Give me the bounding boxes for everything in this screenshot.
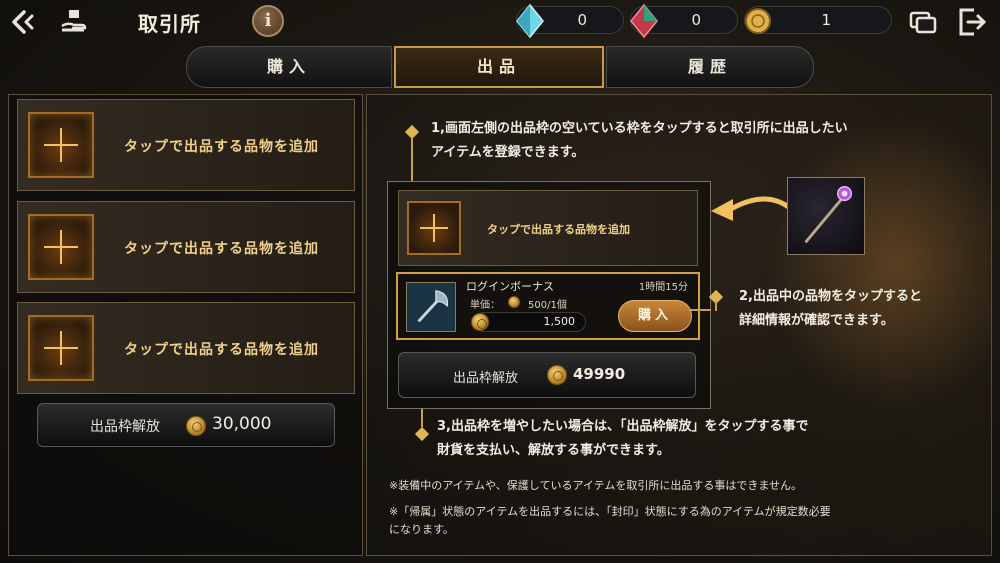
tutorial-demo: タップで出品する品物を追加 ログインボーナス 1時間15分 単価： 500/1個…: [387, 181, 711, 409]
step3-text: 3,出品枠を増やしたい場合は、「出品枠解放」をタップする事で 財貨を支払い、解放…: [437, 415, 808, 463]
note-equipped: ※装備中のアイテムや、保護しているアイテムを取引所に出品する事はできません。: [389, 479, 803, 492]
unlock-label: 出品枠解放: [453, 371, 519, 386]
gold-count: 1: [821, 11, 831, 29]
unlock-label: 出品枠解放: [90, 419, 160, 435]
unlock-cost: 49990: [573, 365, 626, 383]
blue-crystal-icon: [516, 3, 544, 39]
tab-buy[interactable]: 購入: [186, 46, 392, 88]
note-bound: ※「帰属」状態のアイテムを出品するには、「封印」状態にする為のアイテムが規定数必…: [389, 503, 831, 539]
arrow-icon: [711, 196, 794, 221]
blue-crystal-count: 0: [577, 11, 587, 29]
step2-line1: 2,出品中の品物をタップすると: [739, 289, 922, 304]
step2-connector: [689, 309, 711, 311]
slot-label: タップで出品する品物を追加: [124, 241, 319, 257]
demo-listed-item: ログインボーナス 1時間15分 単価： 500/1個 1,500 購入: [396, 272, 700, 340]
info-button[interactable]: i: [252, 5, 284, 37]
step1-line1: 1,画面左側の出品枠の空いている枠をタップすると取引所に出品したい: [431, 121, 848, 136]
price-field: 1,500: [471, 312, 586, 332]
page-title: 取引所: [138, 12, 201, 36]
item-time: 1時間15分: [638, 282, 688, 293]
exit-icon[interactable]: [956, 6, 988, 38]
note-bound-line1: ※「帰属」状態のアイテムを出品するには、「封印」状態にする為のアイテムが規定数必…: [389, 505, 831, 518]
tab-bar: 購入 出品 履歴: [186, 46, 814, 88]
listing-slots-panel: タップで出品する品物を追加 タップで出品する品物を追加 タップで出品する品物を追…: [8, 94, 363, 556]
top-bar: 取引所 i 0 0 1: [0, 0, 1000, 44]
red-crystal-count: 0: [691, 11, 701, 29]
red-crystal-icon: [630, 3, 658, 39]
tutorial-panel: 1,画面左側の出品枠の空いている枠をタップすると取引所に出品したい アイテムを登…: [366, 94, 992, 556]
step3-line1: 3,出品枠を増やしたい場合は、「出品枠解放」をタップする事で: [437, 419, 809, 434]
item-name: ログインボーナス: [466, 280, 554, 293]
add-slot-frame: [28, 214, 94, 280]
add-slot-frame: [28, 112, 94, 178]
staff-item-icon: [787, 177, 865, 255]
tab-sell[interactable]: 出品: [394, 46, 604, 88]
step1-connector: [411, 137, 413, 181]
axe-icon: [406, 282, 456, 332]
tab-history[interactable]: 履歴: [606, 46, 814, 88]
unlock-cost: 30,000: [212, 414, 272, 434]
demo-listing-slot: タップで出品する品物を追加: [398, 190, 698, 266]
step1-line2: アイテムを登録できます。: [431, 145, 585, 160]
gold-coin-icon: [745, 8, 771, 34]
unlock-slot-button[interactable]: 出品枠解放 30,000: [37, 403, 335, 447]
step2-text: 2,出品中の品物をタップすると 詳細情報が確認できます。: [739, 285, 922, 333]
buy-button: 購入: [618, 300, 692, 332]
slot-label: タップで出品する品物を追加: [124, 139, 319, 155]
listing-slot-3[interactable]: タップで出品する品物を追加: [17, 302, 355, 394]
trade-hand-icon[interactable]: [58, 8, 92, 36]
currency-gold: 1: [744, 6, 892, 34]
item-price: 1,500: [543, 315, 576, 328]
unit-value: 500/1個: [528, 300, 567, 311]
gold-coin-icon: [471, 313, 489, 331]
step3-connector: [421, 409, 423, 427]
listing-slot-2[interactable]: タップで出品する品物を追加: [17, 201, 355, 293]
note-bound-line2: になります。: [389, 523, 454, 536]
step2-line2: 詳細情報が確認できます。: [739, 313, 894, 328]
listing-slot-1[interactable]: タップで出品する品物を追加: [17, 99, 355, 191]
gold-coin-icon: [547, 365, 567, 385]
add-slot-frame: [28, 315, 94, 381]
add-slot-frame: [407, 201, 461, 255]
currency-red-crystal: 0: [630, 3, 738, 39]
unit-label: 単価：: [470, 300, 500, 311]
back-icon[interactable]: [8, 6, 42, 38]
gold-coin-icon: [508, 296, 520, 308]
step1-text: 1,画面左側の出品枠の空いている枠をタップすると取引所に出品したい アイテムを登…: [431, 117, 848, 165]
demo-slot-label: タップで出品する品物を追加: [487, 223, 630, 236]
slot-label: タップで出品する品物を追加: [124, 342, 319, 358]
step3-line2: 財貨を支払い、解放する事ができます。: [437, 443, 670, 458]
gold-coin-icon: [186, 416, 206, 436]
swap-icon[interactable]: [908, 8, 938, 36]
demo-unlock-button: 出品枠解放 49990: [398, 352, 696, 398]
step3-marker: [414, 426, 430, 442]
step2-connector-v: [715, 301, 717, 311]
currency-blue-crystal: 0: [516, 3, 624, 39]
